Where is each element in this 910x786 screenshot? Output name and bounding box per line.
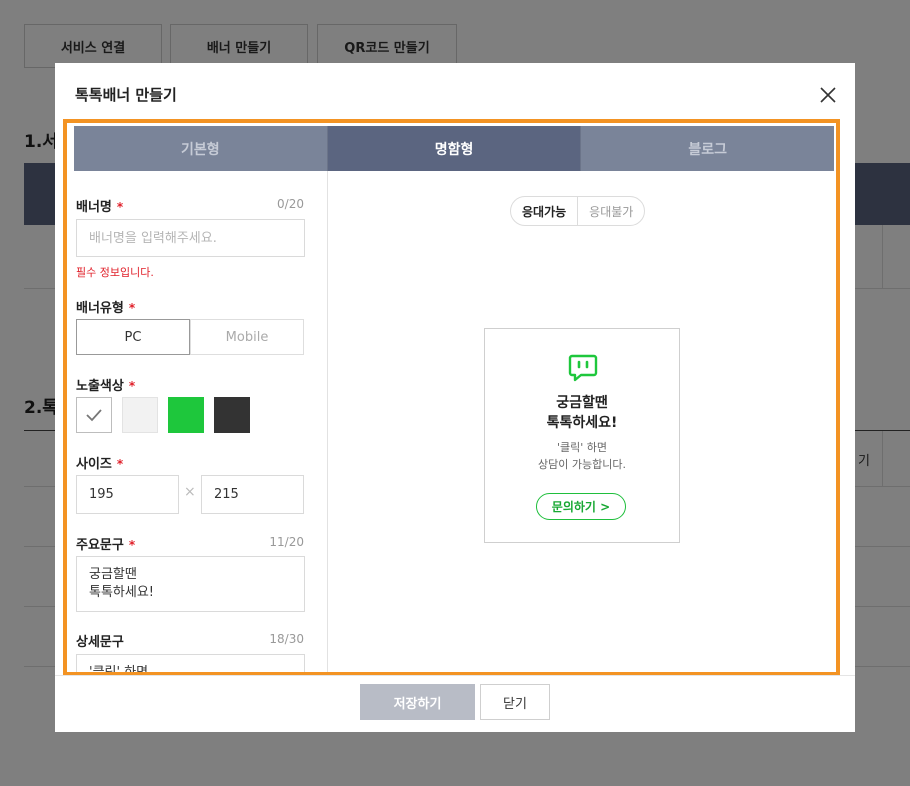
banner-type-pc[interactable]: PC	[76, 319, 190, 355]
color-swatch-dark[interactable]	[214, 397, 250, 433]
tab-blog[interactable]: 블로그	[581, 126, 835, 171]
required-mark: *	[116, 457, 124, 471]
banner-type-tabs: 기본형 명함형 블로그	[74, 126, 835, 171]
close-icon[interactable]	[817, 84, 839, 106]
banner-preview: 응대가능 응대불가 궁금할땐 톡톡하세요! '클릭' 하면 상담이 가능합니다.…	[328, 171, 836, 672]
settings-form: 배너명* 0/20 필수 정보입니다. 배너유형* PC Mobile 노출색상…	[67, 171, 328, 672]
preview-banner-card: 궁금할땐 톡톡하세요! '클릭' 하면 상담이 가능합니다. 문의하기 >	[484, 328, 680, 543]
required-mark: *	[128, 538, 136, 552]
preview-detail-line: 상담이 가능합니다.	[538, 458, 626, 471]
banner-name-label: 배너명 *	[76, 200, 124, 215]
status-available[interactable]: 응대가능	[511, 197, 579, 225]
size-label: 사이즈 *	[76, 457, 124, 472]
banner-name-counter: 0/20	[277, 197, 304, 211]
size-height-input[interactable]	[201, 475, 304, 514]
preview-main-text: 궁금할땐 톡톡하세요!	[485, 393, 679, 433]
banner-type-mobile[interactable]: Mobile	[190, 319, 304, 355]
response-status-toggle: 응대가능 응대불가	[510, 196, 646, 226]
banner-name-error: 필수 정보입니다.	[76, 266, 154, 279]
modal-title: 톡톡배너 만들기	[75, 86, 177, 104]
color-label: 노출색상 *	[76, 379, 136, 394]
required-mark: *	[116, 200, 124, 214]
required-mark: *	[128, 301, 136, 315]
footer-divider	[55, 675, 855, 676]
detail-text-textarea[interactable]	[76, 654, 305, 672]
preview-detail-text: '클릭' 하면 상담이 가능합니다.	[485, 439, 679, 473]
color-swatch-light-gray[interactable]	[122, 397, 158, 433]
required-mark: *	[128, 379, 136, 393]
size-width-input[interactable]	[76, 475, 179, 514]
banner-type-label: 배너유형 *	[76, 301, 136, 316]
main-text-textarea[interactable]	[76, 556, 305, 612]
preview-main-line: 톡톡하세요!	[546, 415, 618, 431]
inquiry-button[interactable]: 문의하기 >	[536, 493, 626, 520]
banner-editor-frame: 기본형 명함형 블로그 배너명* 0/20 필수 정보입니다. 배너유형* PC…	[63, 119, 840, 676]
tab-basic[interactable]: 기본형	[74, 126, 328, 171]
preview-main-line: 궁금할땐	[556, 395, 608, 411]
main-text-counter: 11/20	[269, 535, 304, 549]
close-button[interactable]: 닫기	[480, 684, 550, 720]
tab-card[interactable]: 명함형	[327, 126, 582, 171]
banner-type-selector: PC Mobile	[76, 319, 304, 355]
save-button[interactable]: 저장하기	[360, 684, 475, 720]
detail-text-label: 상세문구	[76, 635, 124, 650]
color-swatch-white[interactable]	[76, 397, 112, 433]
main-text-label: 주요문구 *	[76, 538, 136, 553]
banner-name-input[interactable]	[76, 219, 305, 257]
size-separator: ×	[184, 484, 196, 500]
talktalk-chat-icon	[568, 354, 598, 382]
banner-create-modal: 톡톡배너 만들기 기본형 명함형 블로그 배너명* 0/20 필수 정보입니다.…	[55, 63, 855, 732]
detail-text-counter: 18/30	[269, 632, 304, 646]
color-swatch-green[interactable]	[168, 397, 204, 433]
status-unavailable[interactable]: 응대불가	[578, 197, 644, 225]
preview-detail-line: '클릭' 하면	[556, 441, 608, 454]
